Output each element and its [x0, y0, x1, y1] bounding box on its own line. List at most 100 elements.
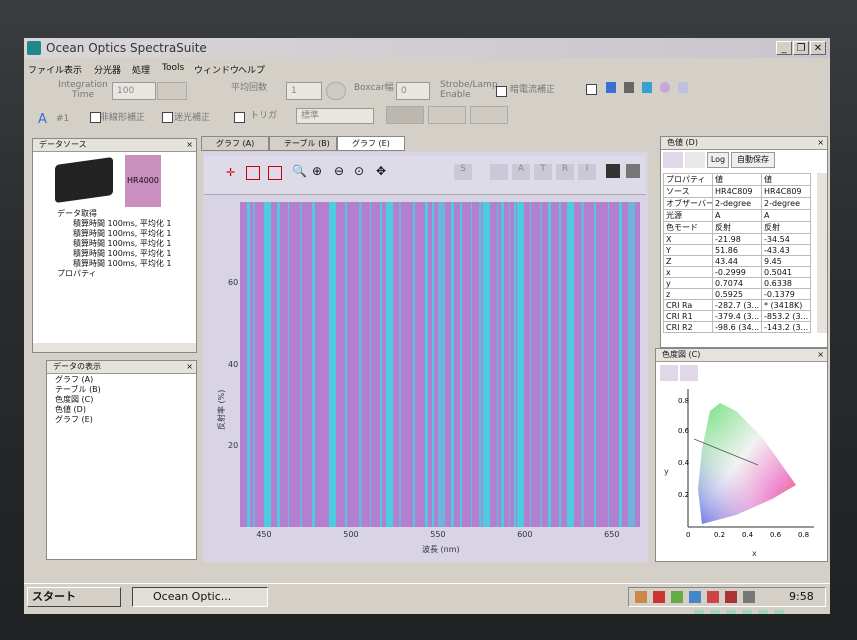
menu-view[interactable]: 表示	[64, 63, 82, 76]
tray-app-icon[interactable]	[671, 591, 683, 603]
vertical-marker-icon[interactable]	[268, 166, 282, 180]
text-icon[interactable]	[642, 82, 652, 93]
acquisition-item[interactable]: 積算時間 100ms, 平均化 1	[73, 249, 172, 260]
close-button[interactable]: ✕	[810, 41, 826, 55]
log-button[interactable]: Log	[707, 152, 729, 168]
tab-graph-a[interactable]: グラフ (A)	[201, 136, 269, 151]
tray-app-icon[interactable]	[725, 591, 737, 603]
zoom-out-icon[interactable]: ⊖	[334, 164, 344, 178]
menu-spectrometer[interactable]: 分光器	[94, 63, 121, 76]
a-button[interactable]: A	[512, 164, 530, 180]
copy-icon[interactable]	[685, 152, 705, 168]
font-icon[interactable]: A	[38, 112, 47, 127]
data-view-panel: データの表示 × グラフ (A) テーブル (B) 色度図 (C) 色値 (D) …	[46, 360, 197, 560]
acquisition-item[interactable]: 積算時間 100ms, 平均化 1	[73, 229, 172, 240]
save-icon[interactable]	[606, 164, 620, 178]
chart-icon[interactable]	[606, 82, 616, 93]
zoom-icon[interactable]: 🔍	[292, 164, 307, 178]
step-button[interactable]	[428, 106, 466, 124]
reset-icon[interactable]	[326, 82, 346, 100]
view-item-graph-e[interactable]: グラフ (E)	[55, 415, 93, 426]
tray-app-icon[interactable]	[635, 591, 647, 603]
table-cell: 反射	[712, 221, 762, 234]
menu-file[interactable]: ファイル	[28, 63, 64, 76]
i-button[interactable]: I	[578, 164, 596, 180]
table-row[interactable]: ソース HR4C809 HR4C809	[663, 185, 811, 198]
maximize-button[interactable]: ❐	[793, 41, 809, 55]
panel-close-icon[interactable]: ×	[186, 139, 193, 150]
table-row[interactable]: オブザーバー 2-degree 2-degree	[663, 197, 811, 210]
minimize-button[interactable]: _	[776, 41, 792, 55]
view-item-color-values-d[interactable]: 色値 (D)	[55, 405, 86, 416]
table-row[interactable]: X -21.98 -34.54	[663, 233, 811, 245]
table-row[interactable]: 色モード 反射 反射	[663, 221, 811, 234]
view-item-graph-a[interactable]: グラフ (A)	[55, 375, 93, 386]
t-button[interactable]: T	[534, 164, 552, 180]
select-box-icon[interactable]	[246, 166, 260, 180]
dark-correction-label: 暗電流補正	[510, 85, 556, 95]
chromaticity-title: 色度図 (C)	[662, 350, 701, 359]
menu-window[interactable]: ウィンドウ	[194, 63, 239, 76]
tray-app-icon[interactable]	[653, 591, 665, 603]
play-button[interactable]	[470, 106, 508, 124]
table-icon[interactable]	[624, 82, 634, 93]
acquisition-item[interactable]: 積算時間 100ms, 平均化 1	[73, 259, 172, 270]
view-item-table-b[interactable]: テーブル (B)	[55, 385, 101, 396]
properties-node[interactable]: プロパティ	[57, 269, 97, 280]
spectrum-plot[interactable]	[240, 202, 640, 527]
panel-close-icon[interactable]: ×	[186, 361, 193, 372]
taskbar-app-button[interactable]: Ocean Optic...	[132, 587, 268, 607]
integration-unit-select[interactable]	[157, 82, 187, 100]
table-row[interactable]: CRI R1 -379.4 (3... -853.2 (3...	[663, 310, 811, 322]
trigger-mode-select[interactable]: 標準	[296, 108, 374, 124]
view-item-chromaticity-c[interactable]: 色度図 (C)	[55, 395, 93, 406]
acquisition-item[interactable]: 積算時間 100ms, 平均化 1	[73, 219, 172, 230]
menu-processing[interactable]: 処理	[132, 63, 150, 76]
palette-icon[interactable]	[660, 365, 678, 381]
zoom-fit-icon[interactable]: ⊙	[354, 164, 364, 178]
vertical-scrollbar[interactable]	[817, 173, 827, 333]
auto-save-button[interactable]: 自動保存	[731, 152, 775, 168]
table-row[interactable]: 光源 A A	[663, 209, 811, 222]
pause-button[interactable]	[386, 106, 424, 124]
print-icon[interactable]	[626, 164, 640, 178]
trigger-checkbox[interactable]	[234, 112, 245, 123]
menu-help[interactable]: ヘルプ	[238, 63, 265, 76]
boxcar-input[interactable]: 0	[396, 82, 430, 100]
table-row[interactable]: CRI R2 -98.6 (34... -143.2 (3...	[663, 321, 811, 333]
acquisition-item[interactable]: 積算時間 100ms, 平均化 1	[73, 239, 172, 250]
table-row[interactable]: CRI Ra -282.7 (3... * (3418K)	[663, 299, 811, 311]
tab-table-b[interactable]: テーブル (B)	[269, 136, 337, 151]
table-row[interactable]: z 0.5925 -0.1379	[663, 288, 811, 300]
s-button[interactable]: S	[454, 164, 472, 180]
tab-graph-e[interactable]: グラフ (E)	[337, 136, 405, 151]
panel-close-icon[interactable]: ×	[817, 349, 824, 360]
image-icon[interactable]	[678, 82, 688, 93]
pan-icon[interactable]: ✥	[376, 164, 386, 178]
chromaticity-diagram[interactable]: 0.8 0.6 0.4 0.2 0 0.2 0.4 0.6 0.8	[676, 389, 816, 539]
color-icon[interactable]	[660, 82, 670, 93]
r-button[interactable]: R	[556, 164, 574, 180]
scans-average-input[interactable]: 1	[286, 82, 322, 100]
tray-app-icon[interactable]	[707, 591, 719, 603]
crosshair-icon[interactable]: ✛	[226, 166, 240, 180]
table-row[interactable]: x -0.2999 0.5041	[663, 266, 811, 278]
stray-light-checkbox[interactable]	[162, 112, 173, 123]
integration-time-input[interactable]: 100	[112, 82, 156, 100]
tray-app-icon[interactable]	[743, 591, 755, 603]
horizontal-scrollbar[interactable]	[33, 343, 196, 352]
strobe-lamp-checkbox[interactable]	[496, 86, 507, 97]
dark-correction-checkbox[interactable]	[586, 84, 597, 95]
menu-tools[interactable]: Tools	[162, 63, 184, 73]
arrow-button[interactable]	[490, 164, 508, 180]
acquisition-node[interactable]: データ取得	[57, 209, 97, 220]
marker-icon[interactable]	[680, 365, 698, 381]
panel-close-icon[interactable]: ×	[817, 137, 824, 148]
zoom-in-icon[interactable]: ⊕	[312, 164, 322, 178]
palette-icon[interactable]	[663, 152, 683, 168]
table-row[interactable]: y 0.7074 0.6338	[663, 277, 811, 289]
start-button[interactable]: スタート	[27, 587, 121, 607]
table-row[interactable]: Z 43.44 9.45	[663, 255, 811, 267]
tray-app-icon[interactable]	[689, 591, 701, 603]
table-row[interactable]: Y 51.86 -43.43	[663, 244, 811, 256]
